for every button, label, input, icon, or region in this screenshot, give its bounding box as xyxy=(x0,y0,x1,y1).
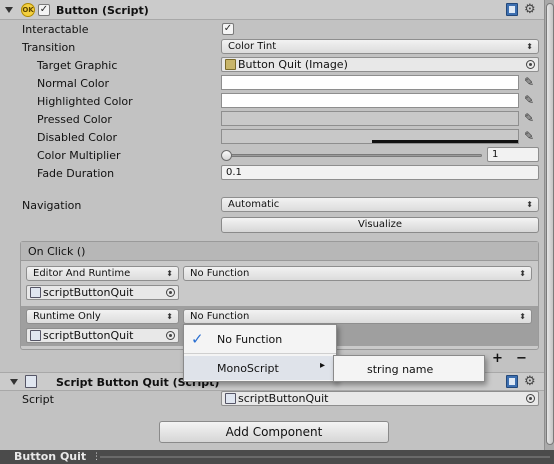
script-file-icon xyxy=(25,375,37,388)
function-value: No Function xyxy=(190,311,250,322)
on-click-header: On Click () xyxy=(21,242,538,261)
gear-icon[interactable]: ⚙ xyxy=(524,375,536,388)
navigation-value: Automatic xyxy=(228,199,280,210)
disabled-color-label: Disabled Color xyxy=(37,131,118,144)
checkmark-icon: ✓ xyxy=(191,330,204,348)
pressed-color-swatch[interactable] xyxy=(221,111,519,126)
dropdown-arrow-icon: ⬍ xyxy=(526,42,533,51)
foldout-arrow-icon[interactable] xyxy=(10,379,18,385)
fade-duration-label: Fade Duration xyxy=(37,167,115,180)
function-dropdown[interactable]: No Function ⬍ xyxy=(183,309,532,324)
monoscript-submenu: string name xyxy=(333,355,485,382)
transition-value: Color Tint xyxy=(228,41,277,52)
visualize-button[interactable]: Visualize xyxy=(221,217,539,233)
script-value: scriptButtonQuit xyxy=(238,392,329,405)
menu-item-no-function[interactable]: ✓ No Function xyxy=(184,325,336,353)
component-title: Button (Script) xyxy=(56,4,149,17)
fade-duration-input[interactable]: 0.1 xyxy=(221,165,539,180)
function-dropdown[interactable]: No Function ⬍ xyxy=(183,266,532,281)
on-click-title: On Click () xyxy=(28,245,86,258)
function-value: No Function xyxy=(190,268,250,279)
menu-separator xyxy=(184,353,336,354)
target-object-value: scriptButtonQuit xyxy=(43,286,134,299)
button-component-header[interactable]: OK ✓ Button (Script) ⚙ xyxy=(0,0,544,20)
ok-script-icon: OK xyxy=(21,3,35,17)
object-picker-icon[interactable] xyxy=(166,331,175,340)
interactable-label: Interactable xyxy=(22,23,89,36)
dropdown-arrow-icon: ⬍ xyxy=(519,269,526,278)
component-enabled-checkbox[interactable]: ✓ xyxy=(38,4,50,16)
scrollbar-thumb[interactable] xyxy=(546,3,554,445)
pressed-color-label: Pressed Color xyxy=(37,113,112,126)
function-popup-menu: ✓ No Function MonoScript ▸ xyxy=(183,324,337,382)
normal-color-label: Normal Color xyxy=(37,77,110,90)
object-picker-icon[interactable] xyxy=(166,288,175,297)
dropdown-arrow-icon: ⬍ xyxy=(519,312,526,321)
foldout-arrow-icon[interactable] xyxy=(5,7,13,13)
add-component-button[interactable]: Add Component xyxy=(159,421,389,443)
call-state-dropdown[interactable]: Runtime Only ⬍ xyxy=(26,309,179,324)
submenu-item-string-name[interactable]: string name xyxy=(334,356,484,381)
script-field[interactable]: scriptButtonQuit xyxy=(221,391,539,406)
help-book-icon[interactable] xyxy=(506,3,518,16)
normal-color-swatch[interactable] xyxy=(221,75,519,90)
preview-divider xyxy=(100,456,550,458)
eyedropper-icon[interactable]: ✎ xyxy=(524,111,538,126)
target-graphic-value: Button Quit (Image) xyxy=(238,58,348,71)
alpha-bar xyxy=(372,140,518,143)
color-multiplier-slider-track[interactable] xyxy=(224,154,482,157)
transition-label: Transition xyxy=(22,41,76,54)
interactable-checkbox[interactable]: ✓ xyxy=(222,23,234,35)
script-icon xyxy=(225,393,236,404)
gear-icon[interactable]: ⚙ xyxy=(524,3,536,16)
eyedropper-icon[interactable]: ✎ xyxy=(524,129,538,144)
navigation-label: Navigation xyxy=(22,199,82,212)
preview-title: Button Quit xyxy=(14,450,87,463)
call-state-dropdown[interactable]: Editor And Runtime ⬍ xyxy=(26,266,179,281)
preview-bar[interactable]: Button Quit ⋮ xyxy=(0,450,554,464)
object-picker-icon[interactable] xyxy=(526,60,535,69)
script-icon xyxy=(30,330,41,341)
inspector-scrollbar[interactable] xyxy=(544,0,554,450)
add-event-button[interactable]: + xyxy=(492,351,503,366)
dropdown-arrow-icon: ⬍ xyxy=(166,269,173,278)
highlighted-color-label: Highlighted Color xyxy=(37,95,133,108)
script-icon xyxy=(30,287,41,298)
call-state-value: Editor And Runtime xyxy=(33,268,131,279)
disabled-color-swatch[interactable] xyxy=(221,129,519,144)
object-picker-icon[interactable] xyxy=(526,394,535,403)
image-icon xyxy=(225,59,236,70)
color-multiplier-label: Color Multiplier xyxy=(37,149,121,162)
submenu-item-label: string name xyxy=(367,363,434,376)
dropdown-arrow-icon: ⬍ xyxy=(526,200,533,209)
color-multiplier-input[interactable]: 1 xyxy=(487,147,539,162)
target-object-field[interactable]: scriptButtonQuit xyxy=(26,328,179,343)
eyedropper-icon[interactable]: ✎ xyxy=(524,75,538,90)
submenu-arrow-icon: ▸ xyxy=(320,360,326,371)
target-graphic-field[interactable]: Button Quit (Image) xyxy=(221,57,539,72)
navigation-dropdown[interactable]: Automatic ⬍ xyxy=(221,197,539,212)
color-multiplier-slider-thumb[interactable] xyxy=(221,150,232,161)
dropdown-arrow-icon: ⬍ xyxy=(166,312,173,321)
highlighted-color-swatch[interactable] xyxy=(221,93,519,108)
target-object-value: scriptButtonQuit xyxy=(43,329,134,342)
menu-item-label: No Function xyxy=(217,333,283,346)
help-book-icon[interactable] xyxy=(506,375,518,388)
remove-event-button[interactable]: − xyxy=(516,351,527,366)
menu-item-label: MonoScript xyxy=(217,362,279,375)
call-state-value: Runtime Only xyxy=(33,311,101,322)
menu-item-monoscript[interactable]: MonoScript ▸ xyxy=(184,356,336,380)
transition-dropdown[interactable]: Color Tint ⬍ xyxy=(221,39,539,54)
script-label: Script xyxy=(22,393,54,406)
target-object-field[interactable]: scriptButtonQuit xyxy=(26,285,179,300)
target-graphic-label: Target Graphic xyxy=(37,59,118,72)
eyedropper-icon[interactable]: ✎ xyxy=(524,93,538,108)
